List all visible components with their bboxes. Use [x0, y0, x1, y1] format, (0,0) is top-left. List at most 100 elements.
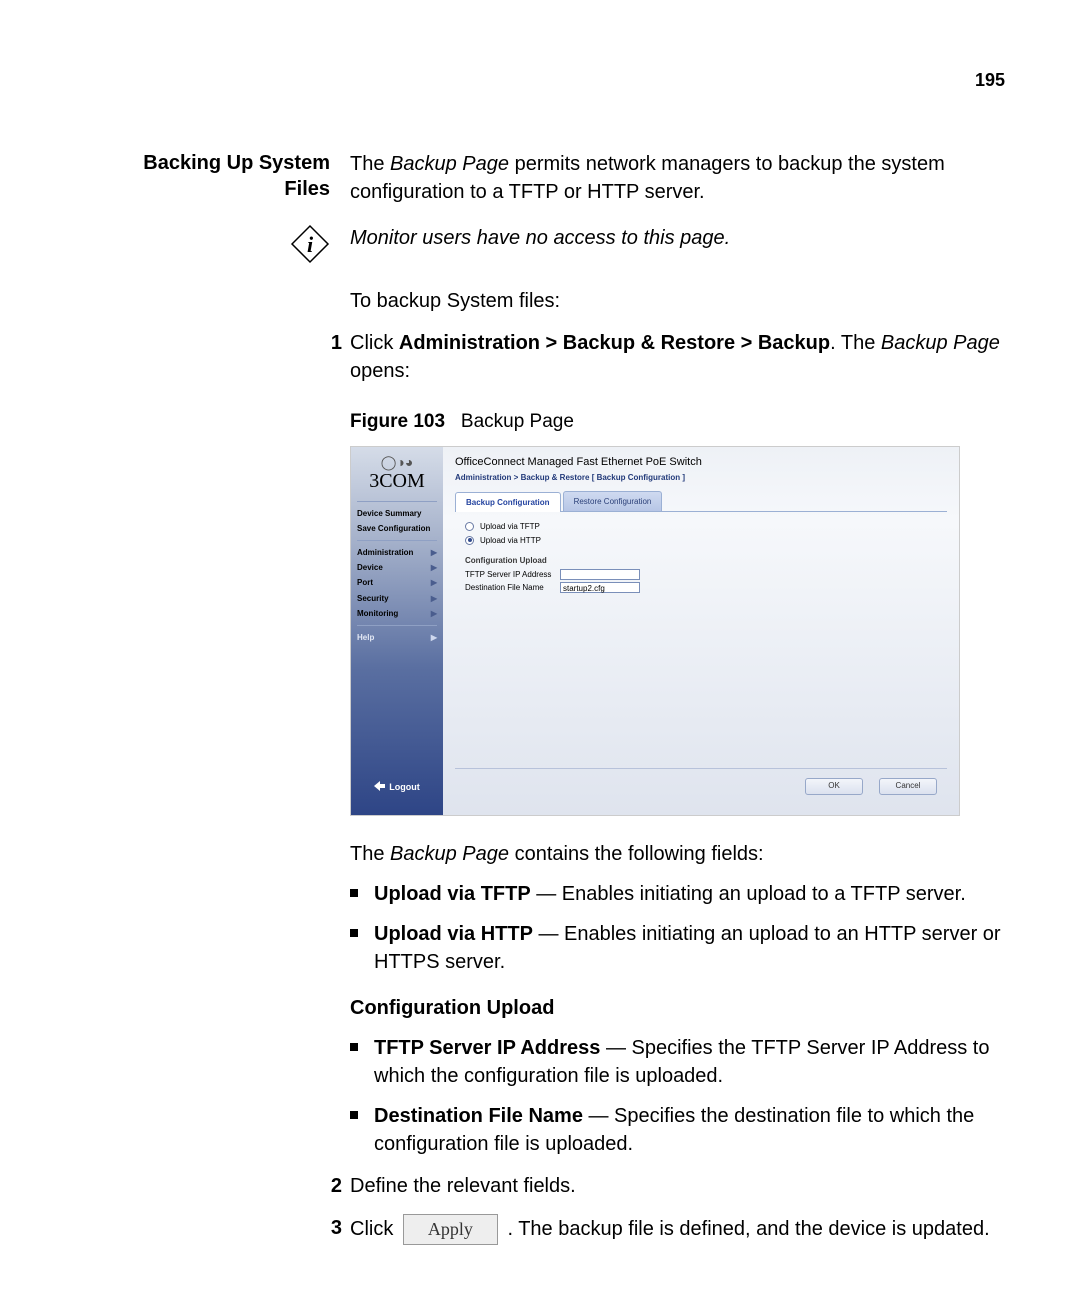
steps-row-1: 1 Click Administration > Backup & Restor… [120, 315, 1010, 385]
info-icon: i [120, 224, 350, 269]
after-fig-b: Backup Page [390, 843, 509, 865]
logout-link[interactable]: Logout [351, 781, 443, 795]
field-dest-file: Destination File Name startup2.cfg [465, 582, 947, 593]
bullet-upload-http: Upload via HTTP — Enables initiating an … [350, 920, 1010, 976]
nav-device-label: Device [357, 562, 383, 573]
apply-button[interactable]: Apply [403, 1214, 498, 1245]
screenshot-breadcrumb: Administration > Backup & Restore [ Back… [455, 472, 947, 491]
logout-label: Logout [389, 782, 420, 792]
step-1: 1 Click Administration > Backup & Restor… [322, 329, 1010, 385]
after-figure-text: The Backup Page contains the following f… [350, 840, 1010, 868]
nav-security[interactable]: Security ▶ [357, 591, 437, 606]
screenshot-sidebar: ◯◑◕ 3COM Device Summary Save Configurati… [351, 447, 443, 815]
tftp-ip-input[interactable] [560, 569, 640, 580]
chevron-right-icon: ▶ [431, 593, 437, 604]
cancel-button[interactable]: Cancel [879, 778, 937, 795]
after-fig-a: The [350, 843, 390, 865]
section-header-row: Backing Up System Files The Backup Page … [120, 150, 1010, 206]
page-number: 195 [975, 70, 1005, 91]
step-2: 2 Define the relevant fields. [322, 1172, 1010, 1200]
figure-row: Figure 103 Backup Page ◯◑◕ 3COM Device S… [120, 385, 1010, 1245]
logout-icon [374, 781, 386, 795]
nav-monitoring-label: Monitoring [357, 608, 398, 619]
page: 195 Backing Up System Files The Backup P… [0, 0, 1080, 1296]
nav-security-label: Security [357, 593, 389, 604]
step3-a: Click [350, 1217, 399, 1239]
tab-backup-config[interactable]: Backup Configuration [455, 492, 561, 512]
dest-file-input[interactable]: startup2.cfg [560, 582, 640, 593]
step1-b: Administration > Backup & Restore > Back… [399, 332, 830, 354]
screenshot-divider [455, 768, 947, 769]
screenshot-form: Upload via TFTP Upload via HTTP Configur… [455, 520, 947, 593]
step1-c: . The [830, 332, 881, 354]
intro-b: Backup Page [390, 153, 509, 175]
after-fig-c: contains the following fields: [509, 843, 764, 865]
step1-d: Backup Page [881, 332, 1000, 354]
nav-device-summary-label: Device Summary [357, 508, 421, 519]
config-upload-subhead: Configuration Upload [350, 994, 1010, 1022]
radio-http-label: Upload via HTTP [480, 535, 541, 546]
figure-label: Figure 103 [350, 411, 445, 432]
section-title-l2: Files [284, 178, 330, 200]
radio-icon [465, 536, 474, 545]
radio-upload-http[interactable]: Upload via HTTP [465, 534, 947, 547]
bullet1-t: — Enables initiating an upload to a TFTP… [531, 883, 966, 905]
bullet-upload-tftp: Upload via TFTP — Enables initiating an … [350, 880, 1010, 908]
nav-device[interactable]: Device ▶ [357, 560, 437, 575]
nav-help[interactable]: Help ▶ [357, 630, 437, 645]
chevron-right-icon: ▶ [431, 632, 437, 643]
bullet-tftp-ip: TFTP Server IP Address — Specifies the T… [350, 1034, 1010, 1090]
intro-a: The [350, 153, 390, 175]
field-dest-file-label: Destination File Name [465, 582, 560, 593]
nav-administration-label: Administration [357, 547, 413, 558]
nav-port[interactable]: Port▶ [357, 575, 437, 590]
fields-list-2: TFTP Server IP Address — Specifies the T… [350, 1034, 1010, 1158]
section-title-l1: Backing Up System [143, 152, 330, 174]
nav-administration[interactable]: Administration ▶ [357, 545, 437, 560]
section-title: Backing Up System Files [120, 150, 350, 206]
info-row: i Monitor users have no access to this p… [120, 224, 1010, 269]
step3-b: . The backup file is defined, and the de… [507, 1217, 989, 1239]
radio-upload-tftp[interactable]: Upload via TFTP [465, 520, 947, 533]
bullet2-b: Upload via HTTP [374, 923, 533, 945]
sidebar-nav: Device Summary Save Configuration [351, 506, 443, 536]
figure-caption-text: Backup Page [461, 411, 574, 432]
bullet3-b: TFTP Server IP Address [374, 1037, 600, 1059]
screenshot-buttons: OK Cancel [805, 778, 937, 795]
screenshot-tabs: Backup Configuration Restore Configurati… [455, 491, 947, 512]
bullet-dest-file: Destination File Name — Specifies the de… [350, 1102, 1010, 1158]
to-backup-row: To backup System files: [120, 287, 1010, 315]
field-tftp-ip-label: TFTP Server IP Address [465, 569, 560, 580]
bullet4-b: Destination File Name [374, 1105, 583, 1127]
bullet1-b: Upload via TFTP [374, 883, 531, 905]
screenshot-title: OfficeConnect Managed Fast Ethernet PoE … [455, 455, 947, 472]
tab-restore-config[interactable]: Restore Configuration [563, 491, 663, 511]
nav-monitoring[interactable]: Monitoring▶ [357, 606, 437, 621]
radio-icon [465, 522, 474, 531]
nav-save-config[interactable]: Save Configuration [357, 521, 437, 536]
step-3: 3 Click Apply . The backup file is defin… [322, 1214, 1010, 1245]
logo: ◯◑◕ 3COM [351, 453, 443, 497]
intro-paragraph: The Backup Page permits network managers… [350, 150, 1010, 206]
info-note: Monitor users have no access to this pag… [350, 224, 1010, 269]
sidebar-nav-3: Help ▶ [351, 630, 443, 645]
step2-body: Define the relevant fields. [350, 1172, 1010, 1200]
field-tftp-ip: TFTP Server IP Address [465, 569, 947, 580]
nav-device-summary[interactable]: Device Summary [357, 506, 437, 521]
fields-list-1: Upload via TFTP — Enables initiating an … [350, 880, 1010, 976]
config-upload-label: Configuration Upload [465, 555, 947, 566]
logo-text: 3COM [351, 469, 443, 491]
svg-text:i: i [307, 232, 314, 257]
to-backup: To backup System files: [350, 287, 1010, 315]
chevron-right-icon: ▶ [431, 547, 437, 558]
radio-tftp-label: Upload via TFTP [480, 521, 540, 532]
screenshot-main: OfficeConnect Managed Fast Ethernet PoE … [443, 447, 959, 815]
chevron-right-icon: ▶ [431, 577, 437, 588]
ok-button[interactable]: OK [805, 778, 863, 795]
chevron-right-icon: ▶ [431, 562, 437, 573]
step1-a: Click [350, 332, 399, 354]
figure-caption: Figure 103 Backup Page [350, 409, 1010, 436]
step1-e: opens: [350, 360, 410, 382]
nav-help-label: Help [357, 632, 374, 643]
content: Backing Up System Files The Backup Page … [120, 150, 1010, 1245]
